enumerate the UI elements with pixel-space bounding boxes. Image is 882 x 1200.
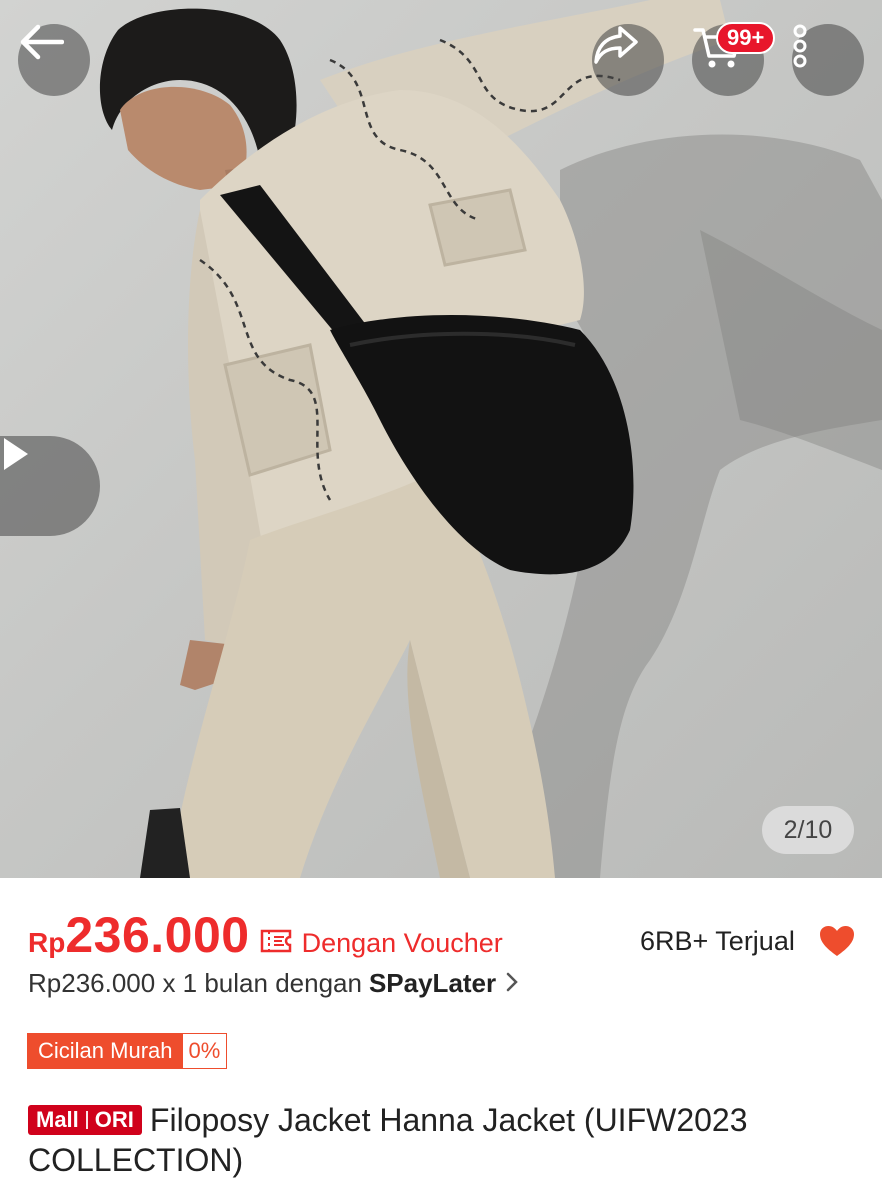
ori-label: ORI [94, 1107, 134, 1132]
price-currency: Rp [28, 927, 66, 958]
image-counter: 2/10 [762, 806, 854, 854]
play-video-button[interactable] [0, 436, 100, 536]
paylater-link[interactable]: Rp236.000 x 1 bulan dengan SPayLater [28, 968, 518, 999]
chevron-right-icon [506, 968, 518, 999]
share-button[interactable] [592, 24, 664, 96]
cart-count-badge: 99+ [716, 22, 776, 54]
paylater-brand: SPayLater [368, 968, 497, 998]
voucher-label: Dengan Voucher [301, 928, 503, 958]
product-title-block: Mall ORI Filoposy Jacket Hanna Jacket (U… [28, 1100, 848, 1180]
mall-label: Mall [36, 1107, 79, 1132]
price-value: 236.000 [65, 907, 250, 963]
price-row: Rp 236.000 Dengan Voucher [28, 906, 503, 966]
sold-count: 6RB+ Terjual [640, 926, 795, 956]
product-image-gallery[interactable]: 99+ 2/10 [0, 0, 882, 878]
paylater-text: Rp236.000 x 1 bulan dengan [28, 968, 362, 998]
back-button[interactable] [18, 24, 90, 96]
installment-rate: 0% [182, 1034, 227, 1068]
installment-badge: Cicilan Murah 0% [27, 1033, 228, 1069]
heart-icon [818, 926, 856, 962]
badge-divider [85, 1111, 88, 1129]
installment-label: Cicilan Murah [28, 1034, 183, 1068]
more-options-button[interactable] [792, 24, 864, 96]
favorite-button[interactable] [818, 924, 856, 963]
mall-ori-badge: Mall ORI [28, 1105, 142, 1135]
product-photo [99, 0, 882, 878]
voucher-icon [260, 928, 292, 959]
